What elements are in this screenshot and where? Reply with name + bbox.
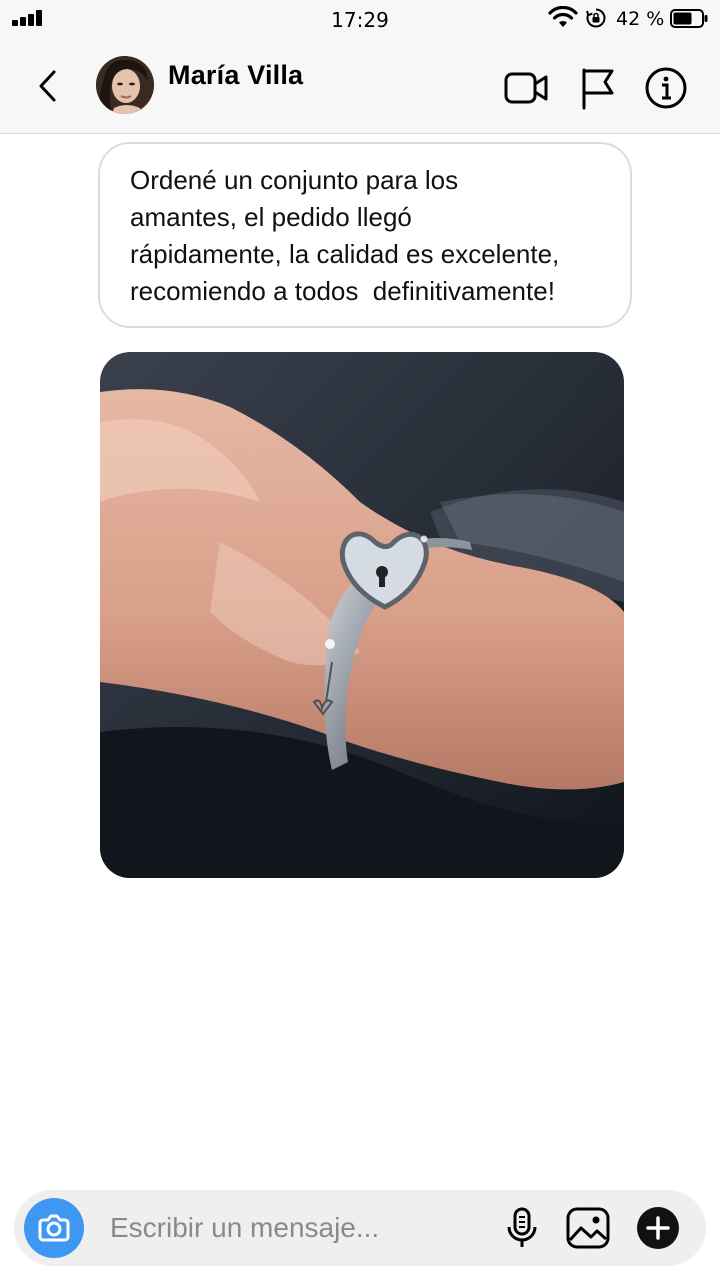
battery-icon [670,9,708,28]
back-chevron-icon[interactable] [32,66,64,106]
message-input[interactable] [110,1202,490,1254]
camera-icon [38,1214,70,1242]
status-time: 17:29 [331,8,389,32]
bracelet-photo[interactable] [100,352,624,878]
message-bubble[interactable]: Ordené un conjunto para los amantes, el … [98,142,632,328]
message-composer [14,1190,706,1266]
contact-name[interactable]: María Villa [168,60,303,91]
chat-header: María Villa [0,40,720,134]
status-bar: 17:29 42 % [0,0,720,40]
wifi-icon [548,6,578,27]
photo-image [100,352,624,878]
rotation-lock-icon [586,8,606,28]
info-icon[interactable] [642,64,690,112]
flag-icon[interactable] [574,64,622,112]
message-text: Ordené un conjunto para los amantes, el … [130,165,560,306]
video-camera-icon[interactable] [502,64,550,112]
camera-button[interactable] [24,1198,84,1258]
microphone-icon[interactable] [498,1204,546,1252]
avatar[interactable] [96,56,154,114]
plus-icon[interactable] [634,1204,682,1252]
gallery-icon[interactable] [564,1204,612,1252]
battery-percent: 42 % [616,8,665,30]
